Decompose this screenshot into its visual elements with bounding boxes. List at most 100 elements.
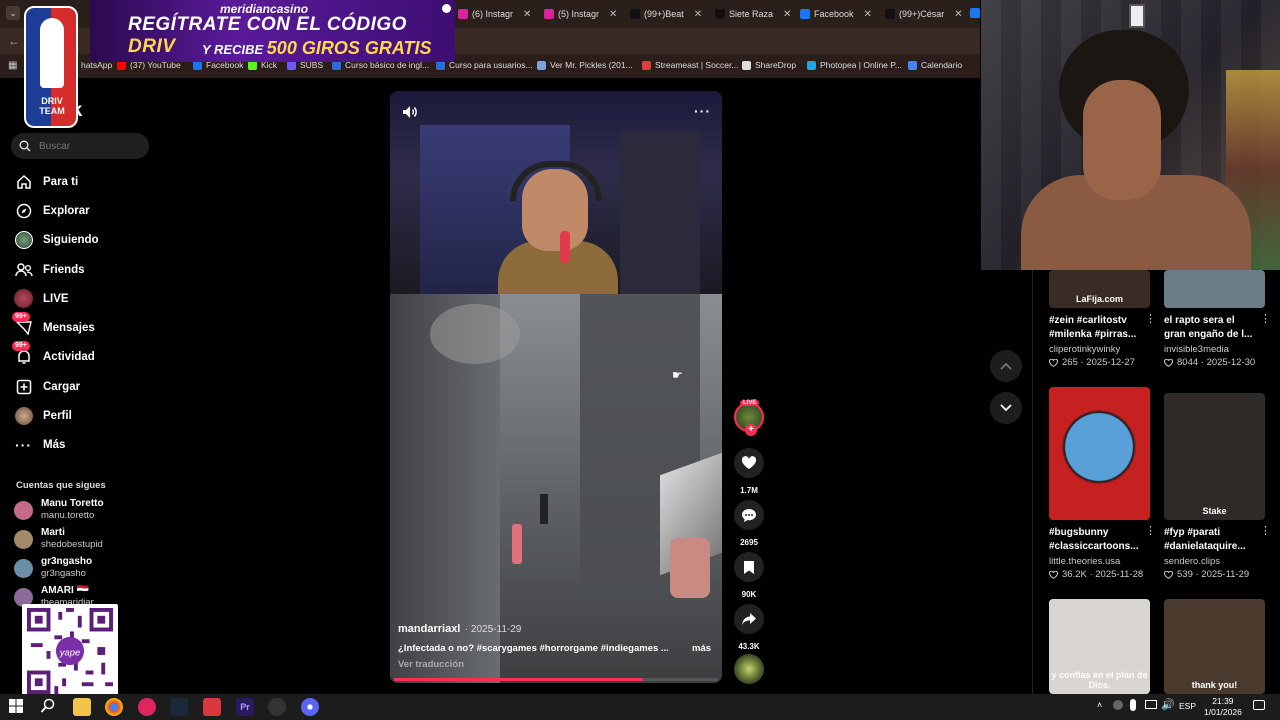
- card-more-icon[interactable]: ⋮: [1260, 524, 1271, 537]
- nav-item-siguiendo[interactable]: Siguiendo: [14, 230, 99, 249]
- browser-tab[interactable]: (99+)Beat ✕: [630, 4, 702, 24]
- save-action[interactable]: 90K: [734, 552, 764, 599]
- premiere-icon[interactable]: Pr: [236, 698, 254, 716]
- video-title[interactable]: #zein #carlitostv #milenka #pirras...: [1049, 314, 1141, 342]
- apps-grid-icon[interactable]: ▦: [8, 60, 17, 71]
- casino-ad-banner[interactable]: meridiancasino REGÍTRATE CON EL CÓDIGO D…: [90, 0, 455, 62]
- windows-start-icon[interactable]: [8, 698, 26, 716]
- bookmark-item[interactable]: Photopea | Online P...: [807, 60, 902, 70]
- microphone-tray-icon[interactable]: [1130, 699, 1136, 711]
- nav-item-live[interactable]: LIVE: [14, 289, 69, 308]
- heart-icon[interactable]: [734, 448, 764, 478]
- volume-icon[interactable]: [402, 105, 418, 124]
- nav-item-friends[interactable]: Friends: [14, 260, 85, 279]
- share-icon[interactable]: [734, 604, 764, 634]
- scroll-up-button[interactable]: [990, 350, 1022, 382]
- nav-item-m-s[interactable]: ··· Más: [14, 435, 65, 454]
- search-box[interactable]: [11, 133, 149, 159]
- caption-more-link[interactable]: más: [692, 643, 711, 654]
- volume-tray-icon[interactable]: 🔊: [1161, 698, 1175, 711]
- facebook-tab-favicon-icon[interactable]: [970, 8, 980, 18]
- scroll-down-button[interactable]: [990, 392, 1022, 424]
- video-thumbnail[interactable]: [1049, 387, 1150, 520]
- card-more-icon[interactable]: ⋮: [1260, 312, 1271, 325]
- video-thumbnail[interactable]: Stake: [1164, 393, 1265, 520]
- obs-icon[interactable]: [268, 698, 286, 716]
- nav-item-para-ti[interactable]: Para ti: [14, 172, 78, 191]
- media-player-icon[interactable]: [138, 698, 156, 716]
- recorder-icon[interactable]: [203, 698, 221, 716]
- video-user[interactable]: invisible3media: [1164, 344, 1265, 355]
- video-card[interactable]: thank you!: [1164, 599, 1265, 694]
- comment-action[interactable]: 2695: [734, 500, 764, 547]
- video-card[interactable]: Stake #fyp #parati #danielataquire... ⋮ sen…: [1164, 393, 1271, 580]
- close-tab-icon[interactable]: ✕: [694, 9, 702, 20]
- main-video-player[interactable]: ··· ☛ mandarriaxl · 2025-11-29 ¿Infectad…: [390, 91, 722, 683]
- follow-plus-icon[interactable]: +: [745, 424, 757, 436]
- discord-icon[interactable]: [301, 698, 319, 716]
- video-title[interactable]: #bugsbunny #classiccartoons...: [1049, 526, 1141, 554]
- tray-app-icon[interactable]: [1113, 700, 1123, 710]
- bookmark-item[interactable]: ShareDrop: [742, 60, 796, 70]
- followed-account[interactable]: Marti shedobestupid: [14, 527, 103, 551]
- video-card[interactable]: y confías en el plan de Dios.: [1049, 599, 1150, 694]
- search-input[interactable]: [39, 140, 139, 152]
- browser-tab[interactable]: (99+)César ✕: [885, 4, 963, 24]
- video-user[interactable]: cliperotinkywinky: [1049, 344, 1150, 355]
- video-progress-bar[interactable]: [394, 678, 718, 681]
- share-action[interactable]: 43.3K: [734, 604, 764, 651]
- card-more-icon[interactable]: ⋮: [1145, 312, 1156, 325]
- search-taskbar-icon[interactable]: [40, 698, 58, 716]
- followed-account[interactable]: gr3ngasho gr3ngasho: [14, 556, 92, 580]
- video-thumbnail[interactable]: y confías en el plan de Dios.: [1049, 599, 1150, 694]
- nav-item-explorar[interactable]: Explorar: [14, 201, 90, 220]
- close-tab-icon[interactable]: ✕: [609, 9, 617, 20]
- followed-account[interactable]: Manu Toretto manu.toretto: [14, 498, 104, 522]
- close-tab-icon[interactable]: ✕: [523, 9, 531, 20]
- bookmark-item[interactable]: Streameast | Soccer...: [642, 60, 738, 70]
- browser-tab[interactable]: Siete Raza ✕: [715, 4, 791, 24]
- nav-item-mensajes[interactable]: 99+ Mensajes: [12, 312, 95, 337]
- translate-link[interactable]: Ver traducción: [398, 659, 464, 670]
- live-avatar-button[interactable]: LIVE +: [734, 400, 764, 436]
- browser-tab[interactable]: Facebook ✕: [800, 4, 872, 24]
- video-thumbnail[interactable]: [1164, 270, 1265, 308]
- close-tab-icon[interactable]: ✕: [783, 9, 791, 20]
- creator-live-avatar[interactable]: LIVE +: [734, 400, 764, 436]
- network-icon[interactable]: [1145, 700, 1157, 709]
- bookmark-item[interactable]: Calendario: [908, 60, 962, 70]
- back-arrow-icon[interactable]: ←: [8, 34, 20, 48]
- chrome-icon[interactable]: [105, 698, 123, 716]
- language-indicator[interactable]: ESP: [1179, 701, 1196, 711]
- file-explorer-icon[interactable]: [73, 698, 91, 716]
- video-card[interactable]: #bugsbunny #classiccartoons... ⋮ little.th…: [1049, 387, 1156, 580]
- video-card[interactable]: el rapto sera el gran engaño de l... ⋮ inv…: [1164, 270, 1271, 368]
- card-more-icon[interactable]: ⋮: [1145, 524, 1156, 537]
- bookmark-icon[interactable]: [734, 552, 764, 582]
- video-user[interactable]: sendero.clips: [1164, 556, 1265, 567]
- music-disc-action[interactable]: [734, 654, 764, 684]
- tray-chevron-icon[interactable]: ˄: [1097, 700, 1102, 710]
- music-disc-icon[interactable]: [734, 654, 764, 684]
- browser-tab[interactable]: (6) Instagr ✕: [458, 4, 531, 24]
- comment-icon[interactable]: [734, 500, 764, 530]
- ad-info-icon[interactable]: [442, 4, 451, 13]
- close-tab-icon[interactable]: ✕: [864, 9, 872, 20]
- notifications-icon[interactable]: [1253, 700, 1265, 710]
- video-thumbnail[interactable]: thank you!: [1164, 599, 1265, 694]
- video-title[interactable]: el rapto sera el gran engaño de l...: [1164, 314, 1256, 342]
- tab-search-icon[interactable]: ⌄: [6, 6, 20, 20]
- clock[interactable]: 21:39 1/01/2026: [1204, 696, 1242, 718]
- steam-icon[interactable]: [170, 698, 188, 716]
- bookmark-item[interactable]: Ver Mr. Pickles (201...: [537, 60, 633, 70]
- nav-item-actividad[interactable]: 99+ Actividad: [12, 341, 95, 366]
- close-tab-icon[interactable]: ✕: [954, 9, 962, 20]
- more-options-icon[interactable]: ···: [694, 103, 711, 119]
- video-card[interactable]: LaFija.com #zein #carlitostv #milenka #pi…: [1049, 270, 1156, 368]
- nav-item-perfil[interactable]: Perfil: [14, 406, 72, 425]
- browser-tab[interactable]: (5) Instagr ✕: [544, 4, 617, 24]
- like-action[interactable]: 1.7M: [734, 448, 764, 495]
- video-thumbnail[interactable]: LaFija.com: [1049, 270, 1150, 308]
- nav-item-cargar[interactable]: Cargar: [14, 377, 80, 396]
- video-user[interactable]: little.theories.usa: [1049, 556, 1150, 567]
